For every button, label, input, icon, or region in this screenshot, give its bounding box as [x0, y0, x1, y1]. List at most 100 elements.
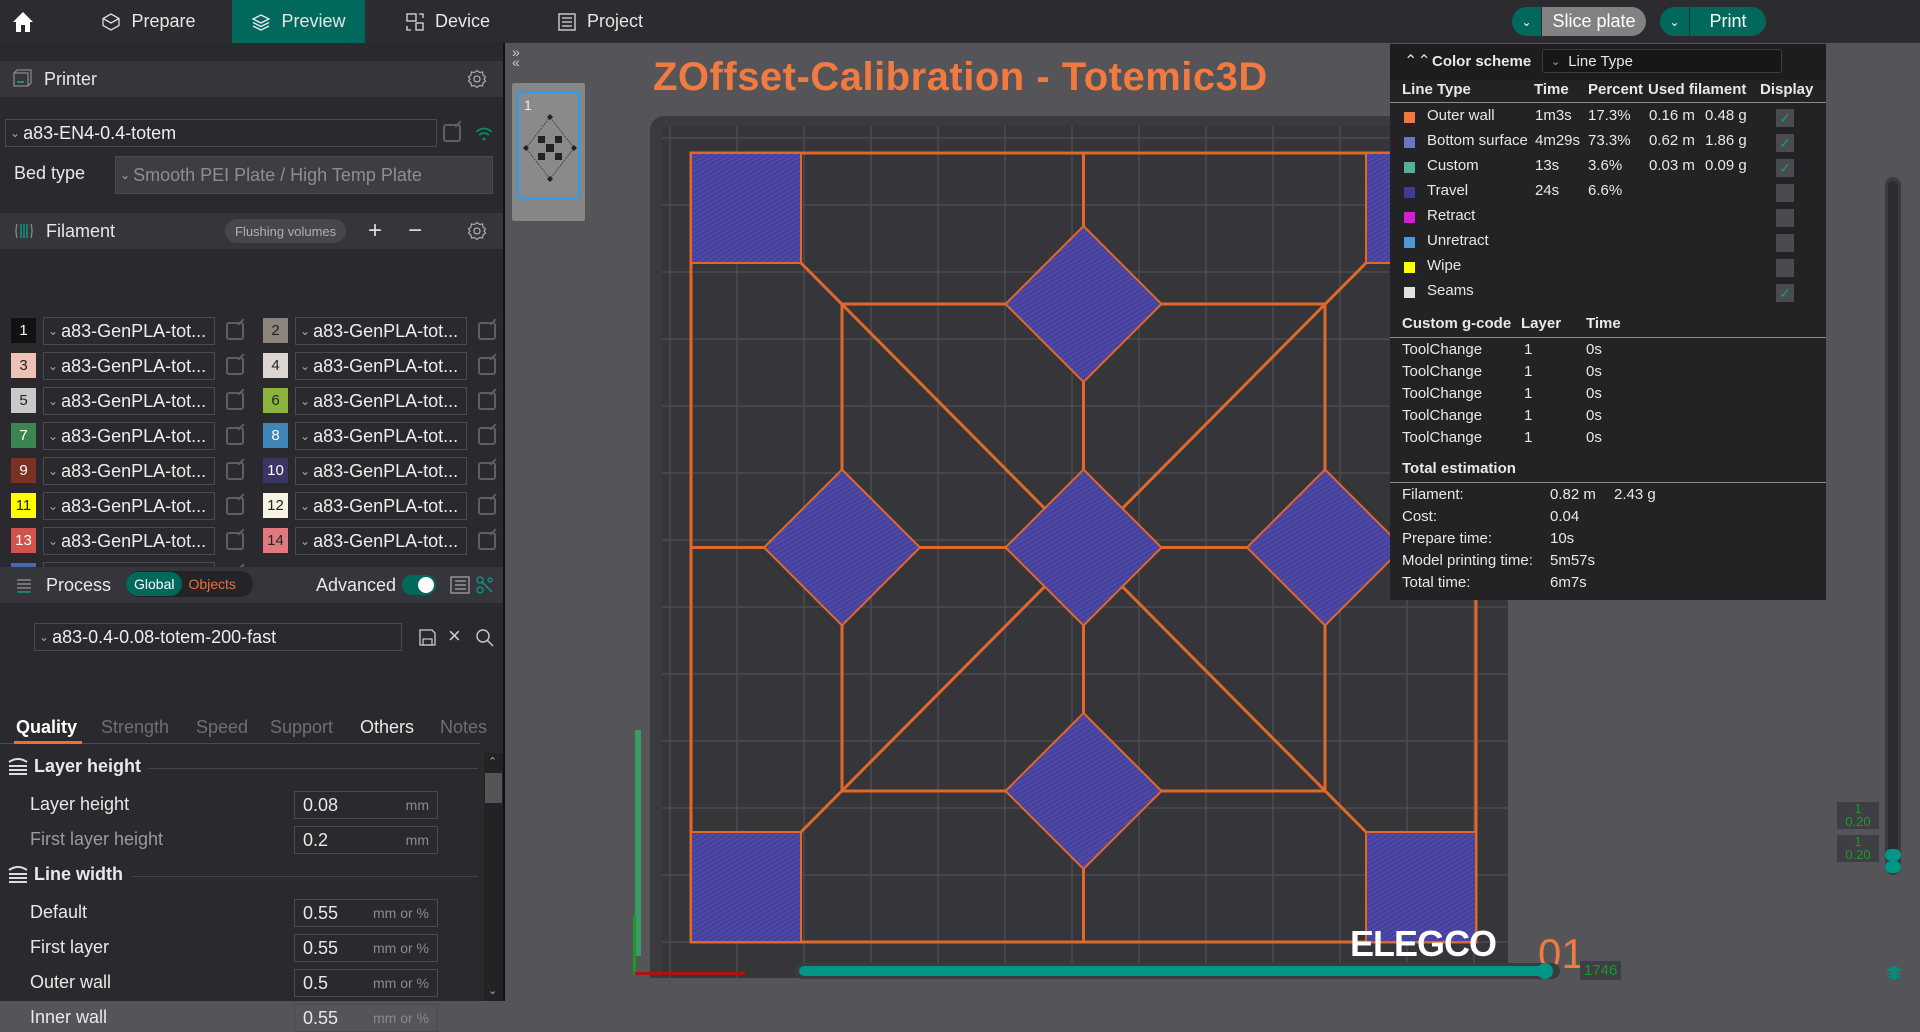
filament-color-swatch[interactable]: 8: [263, 423, 288, 448]
params-scrollbar[interactable]: ⌃ ⌄: [484, 753, 503, 1001]
edit-filament-icon[interactable]: [226, 427, 244, 445]
display-checkbox[interactable]: ✓: [1776, 109, 1794, 127]
vertical-slider-top-thumb[interactable]: [1885, 849, 1901, 861]
save-icon[interactable]: [419, 629, 436, 646]
advanced-toggle[interactable]: [402, 575, 436, 595]
filament-preset-select[interactable]: ⌄a83-GenPLA-tot...: [295, 317, 467, 345]
print-button[interactable]: Print: [1690, 7, 1766, 36]
search-icon[interactable]: [475, 628, 494, 647]
filament-preset-select[interactable]: ⌄a83-GenPLA-tot...: [295, 492, 467, 520]
wifi-icon[interactable]: [474, 126, 494, 142]
tab-speed[interactable]: Speed: [196, 717, 248, 738]
param-input[interactable]: 0.55 mm or %: [294, 934, 438, 962]
list-view-icon[interactable]: [450, 575, 470, 595]
edit-filament-icon[interactable]: [478, 532, 496, 550]
filament-color-swatch[interactable]: 9: [11, 458, 36, 483]
edit-filament-icon[interactable]: [226, 392, 244, 410]
edit-filament-icon[interactable]: [478, 497, 496, 515]
filament-color-swatch[interactable]: 7: [11, 423, 36, 448]
filament-preset-select[interactable]: ⌄a83-GenPLA-tot...: [295, 527, 467, 555]
color-scheme-select[interactable]: ⌄ Line Type: [1542, 49, 1782, 73]
filament-color-swatch[interactable]: 6: [263, 388, 288, 413]
flushing-volumes-button[interactable]: Flushing volumes: [225, 219, 347, 243]
edit-filament-icon[interactable]: [226, 497, 244, 515]
vertical-slider-track[interactable]: [1885, 177, 1901, 875]
filament-color-swatch[interactable]: 4: [263, 353, 288, 378]
scroll-up-icon[interactable]: ⌃: [488, 755, 497, 768]
filament-preset-select[interactable]: ⌄a83-GenPLA-tot...: [295, 457, 467, 485]
edit-filament-icon[interactable]: [478, 427, 496, 445]
printer-preset-select[interactable]: ⌄ a83-EN4-0.4-totem: [5, 119, 437, 147]
filament-preset-select[interactable]: ⌄a83-GenPLA-tot...: [43, 457, 215, 485]
param-input[interactable]: 0.2 mm: [294, 826, 438, 854]
display-checkbox[interactable]: ✓: [1776, 284, 1794, 302]
edit-filament-icon[interactable]: [478, 322, 496, 340]
bed-type-select[interactable]: ⌄ Smooth PEI Plate / High Temp Plate: [115, 156, 493, 194]
add-filament-button[interactable]: +: [368, 217, 382, 245]
filament-color-swatch[interactable]: 11: [11, 493, 36, 518]
filament-color-swatch[interactable]: 12: [263, 493, 288, 518]
tab-preview[interactable]: Preview: [232, 0, 365, 43]
edit-filament-icon[interactable]: [226, 322, 244, 340]
edit-filament-icon[interactable]: [226, 462, 244, 480]
gear-icon[interactable]: [467, 69, 487, 89]
close-icon[interactable]: ×: [448, 623, 461, 649]
scroll-down-icon[interactable]: ⌄: [488, 984, 497, 997]
edit-filament-icon[interactable]: [226, 532, 244, 550]
collapse-legend-icon[interactable]: ⌃⌃: [1404, 51, 1431, 71]
objects-tab[interactable]: Objects: [182, 576, 241, 592]
horizontal-slider-thumb[interactable]: [1537, 963, 1553, 979]
tab-support[interactable]: Support: [270, 717, 333, 738]
filament-color-swatch[interactable]: 10: [263, 458, 288, 483]
filament-color-swatch[interactable]: 5: [11, 388, 36, 413]
tab-others[interactable]: Others: [360, 717, 414, 738]
filament-color-swatch[interactable]: 1: [11, 318, 36, 343]
filament-preset-select[interactable]: ⌄a83-GenPLA-tot...: [43, 492, 215, 520]
filament-preset-select[interactable]: ⌄a83-GenPLA-tot...: [43, 527, 215, 555]
filament-preset-select[interactable]: ⌄a83-GenPLA-tot...: [43, 317, 215, 345]
global-tab[interactable]: Global: [126, 572, 183, 596]
tab-notes[interactable]: Notes: [440, 717, 487, 738]
vertical-slider-bottom-thumb[interactable]: [1885, 861, 1901, 873]
edit-printer-icon[interactable]: [443, 124, 461, 142]
filament-color-swatch[interactable]: 3: [11, 353, 36, 378]
tab-prepare[interactable]: Prepare: [65, 0, 232, 43]
filament-preset-select[interactable]: ⌄a83-GenPLA-tot...: [43, 422, 215, 450]
plate-thumbnail[interactable]: 1: [517, 91, 580, 199]
filament-preset-select[interactable]: ⌄a83-GenPLA-tot...: [295, 422, 467, 450]
home-button[interactable]: [0, 0, 45, 43]
collapse-sidebar-icon[interactable]: » «: [512, 45, 530, 71]
edit-filament-icon[interactable]: [478, 392, 496, 410]
display-checkbox[interactable]: [1776, 259, 1794, 277]
tab-quality[interactable]: Quality: [16, 717, 77, 738]
tab-strength[interactable]: Strength: [101, 717, 169, 738]
filament-color-swatch[interactable]: 13: [11, 528, 36, 553]
display-checkbox[interactable]: [1776, 184, 1794, 202]
tab-project[interactable]: Project: [530, 0, 670, 43]
horizontal-slider-track[interactable]: [795, 963, 1560, 979]
scrollbar-thumb[interactable]: [485, 773, 502, 803]
gear-icon[interactable]: [467, 221, 487, 241]
display-checkbox[interactable]: ✓: [1776, 134, 1794, 152]
compare-icon[interactable]: [475, 575, 495, 595]
edit-filament-icon[interactable]: [478, 357, 496, 375]
filament-color-swatch[interactable]: 14: [263, 528, 288, 553]
param-input[interactable]: 0.5 mm or %: [294, 969, 438, 997]
tab-device[interactable]: Device: [365, 0, 530, 43]
filament-color-swatch[interactable]: 2: [263, 318, 288, 343]
display-checkbox[interactable]: [1776, 234, 1794, 252]
layers-icon[interactable]: [1886, 965, 1902, 981]
edit-filament-icon[interactable]: [478, 462, 496, 480]
filament-preset-select[interactable]: ⌄a83-GenPLA-tot...: [43, 387, 215, 415]
display-checkbox[interactable]: ✓: [1776, 159, 1794, 177]
param-input[interactable]: 0.55 mm or %: [294, 1004, 438, 1032]
filament-preset-select[interactable]: ⌄a83-GenPLA-tot...: [295, 387, 467, 415]
slice-dropdown-button[interactable]: ⌄: [1512, 7, 1542, 36]
param-input[interactable]: 0.08 mm: [294, 791, 438, 819]
display-checkbox[interactable]: [1776, 209, 1794, 227]
edit-filament-icon[interactable]: [226, 357, 244, 375]
filament-preset-select[interactable]: ⌄a83-GenPLA-tot...: [43, 352, 215, 380]
param-input[interactable]: 0.55 mm or %: [294, 899, 438, 927]
process-preset-select[interactable]: ⌄ a83-0.4-0.08-totem-200-fast: [34, 623, 402, 651]
slice-plate-button[interactable]: Slice plate: [1542, 7, 1646, 36]
